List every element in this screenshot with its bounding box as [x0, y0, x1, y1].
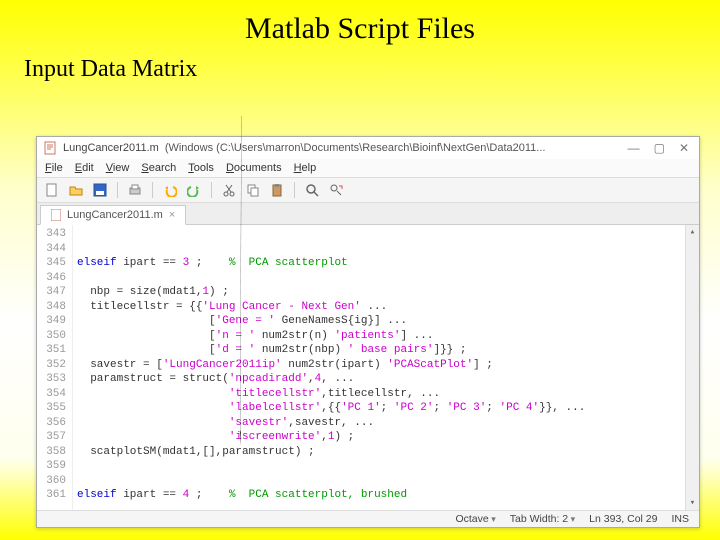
- vertical-scrollbar[interactable]: ▴ ▾: [685, 225, 699, 510]
- document-icon: [51, 209, 61, 221]
- close-button[interactable]: ✕: [679, 141, 689, 155]
- cut-icon[interactable]: [220, 181, 238, 199]
- slide-subtitle: Input Data Matrix: [0, 50, 720, 83]
- status-language[interactable]: Octave: [455, 513, 495, 525]
- document-icon: [43, 141, 57, 155]
- find-icon[interactable]: [303, 181, 321, 199]
- code-area[interactable]: elseif ipart == 3 ; % PCA scatterplot nb…: [73, 225, 685, 510]
- line-number-gutter: 343 344 345 346 347 348 349 350 351 352 …: [37, 225, 73, 510]
- editor-body[interactable]: 343 344 345 346 347 348 349 350 351 352 …: [37, 225, 699, 510]
- print-icon[interactable]: [126, 181, 144, 199]
- save-icon[interactable]: [91, 181, 109, 199]
- new-file-icon[interactable]: [43, 181, 61, 199]
- status-insert-mode: INS: [671, 513, 689, 525]
- status-tabwidth[interactable]: Tab Width: 2: [510, 513, 575, 525]
- editor-window: LungCancer2011.m (Windows (C:\Users\marr…: [36, 136, 700, 528]
- menu-help[interactable]: Help: [294, 162, 317, 174]
- slide-title: Matlab Script Files: [0, 0, 720, 50]
- menu-edit[interactable]: Edit: [75, 162, 94, 174]
- minimize-button[interactable]: —: [628, 141, 640, 155]
- status-cursor-position: Ln 393, Col 29: [589, 513, 657, 525]
- tabbar: LungCancer2011.m ×: [37, 203, 699, 225]
- tab-close-icon[interactable]: ×: [169, 209, 175, 221]
- toolbar: [37, 178, 699, 203]
- maximize-button[interactable]: ▢: [654, 141, 665, 155]
- tab-label: LungCancer2011.m: [67, 209, 163, 221]
- copy-icon[interactable]: [244, 181, 262, 199]
- toolbar-separator: [211, 182, 212, 198]
- titlebar-filename: LungCancer2011.m: [63, 142, 159, 154]
- paste-icon[interactable]: [268, 181, 286, 199]
- replace-icon[interactable]: [327, 181, 345, 199]
- open-file-icon[interactable]: [67, 181, 85, 199]
- undo-icon[interactable]: [161, 181, 179, 199]
- scroll-up-icon[interactable]: ▴: [690, 227, 695, 237]
- toolbar-separator: [152, 182, 153, 198]
- menubar: File Edit View Search Tools Documents He…: [37, 159, 699, 178]
- redo-icon[interactable]: [185, 181, 203, 199]
- toolbar-separator: [117, 182, 118, 198]
- menu-documents[interactable]: Documents: [226, 162, 282, 174]
- titlebar-path: (Windows (C:\Users\marron\Documents\Rese…: [165, 142, 622, 154]
- menu-file[interactable]: File: [45, 162, 63, 174]
- scroll-down-icon[interactable]: ▾: [690, 498, 695, 508]
- titlebar: LungCancer2011.m (Windows (C:\Users\marr…: [37, 137, 699, 159]
- menu-tools[interactable]: Tools: [188, 162, 214, 174]
- editor-tab[interactable]: LungCancer2011.m ×: [40, 205, 186, 225]
- toolbar-separator: [294, 182, 295, 198]
- menu-view[interactable]: View: [106, 162, 130, 174]
- menu-search[interactable]: Search: [141, 162, 176, 174]
- statusbar: Octave Tab Width: 2 Ln 393, Col 29 INS: [37, 510, 699, 527]
